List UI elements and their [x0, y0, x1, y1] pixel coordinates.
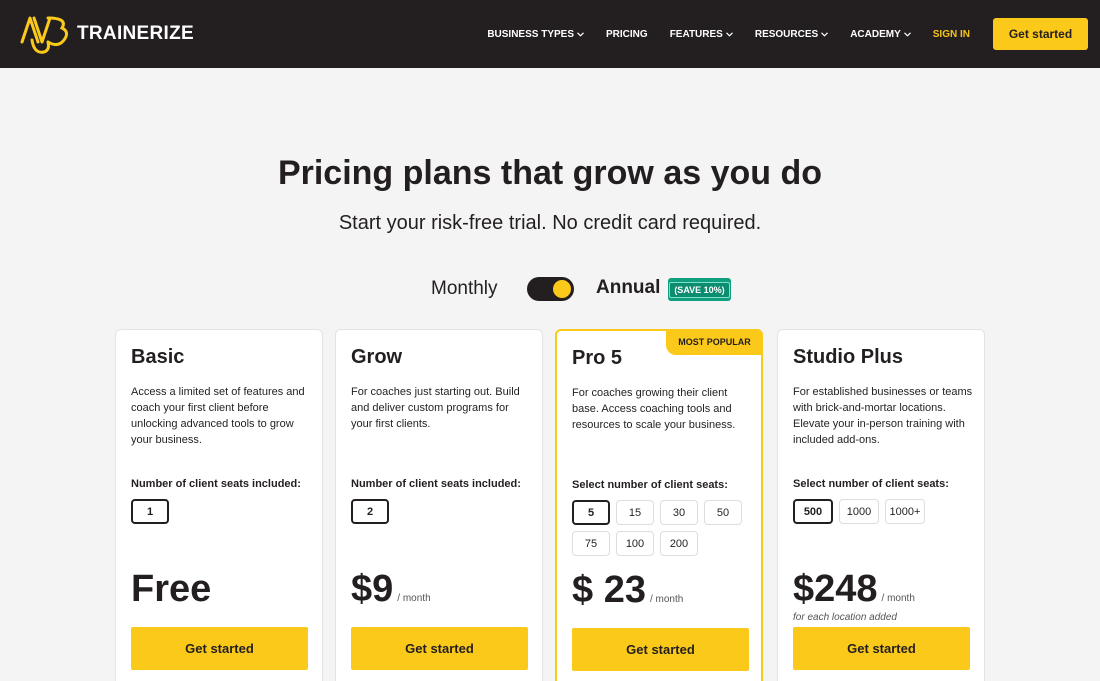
most-popular-badge: MOST POPULAR — [666, 329, 763, 355]
nav-resources[interactable]: RESOURCES — [754, 28, 829, 40]
nav-academy[interactable]: ACADEMY — [850, 29, 911, 40]
seat-option[interactable]: 75 — [572, 531, 610, 556]
get-started-button[interactable]: Get started — [793, 627, 970, 670]
seat-option[interactable]: 30 — [660, 500, 698, 525]
chevron-down-icon — [903, 31, 911, 37]
nav-item-label: FEATURES — [669, 28, 723, 40]
chevron-down-icon — [577, 31, 584, 37]
trainerize-logo-icon — [20, 16, 69, 54]
plan-card-studio-plus: Studio Plus For established businesses o… — [777, 329, 985, 681]
nav-links: BUSINESS TYPES PRICING FEATURES RESOURCE… — [487, 0, 1100, 68]
plan-description: For coaches growing their client base. A… — [572, 387, 736, 431]
seat-option[interactable]: 1000 — [839, 499, 879, 524]
plan-name: Grow — [351, 346, 403, 368]
save-badge-text: (SAVE 10%) — [669, 281, 730, 298]
nav-get-started-button[interactable]: Get started — [993, 18, 1088, 50]
seat-option[interactable]: 1 — [131, 499, 169, 524]
brand-name: TRAINERIZE — [77, 23, 194, 44]
top-nav: TRAINERIZE BUSINESS TYPES PRICING FEATUR… — [0, 0, 1100, 68]
nav-business-types[interactable]: BUSINESS TYPES — [487, 29, 584, 40]
nav-pricing[interactable]: PRICING — [606, 29, 648, 40]
plan-price: $9 / month — [351, 568, 431, 611]
plan-name: Basic — [131, 346, 185, 368]
seat-options: 5 15 30 50 75 100 200 — [572, 500, 752, 556]
nav-item-label: ACADEMY — [850, 28, 901, 40]
seat-options: 2 — [351, 499, 531, 524]
plan-card-basic: Basic Access a limited set of features a… — [115, 329, 323, 681]
trainerize-logo[interactable]: TRAINERIZE — [18, 12, 194, 56]
nav-item-label: PRICING — [606, 28, 648, 40]
seat-option[interactable]: 5 — [572, 500, 610, 525]
billing-toggle-switch[interactable] — [527, 277, 574, 301]
plan-price: Free — [131, 568, 211, 611]
seat-options: 500 1000 1000+ — [793, 499, 973, 524]
price-amount: $ 23 — [572, 569, 646, 611]
plan-price: $248 / month — [793, 568, 915, 611]
nav-item-label: RESOURCES — [754, 28, 819, 40]
price-period: / month — [397, 593, 431, 604]
seat-option[interactable]: 500 — [793, 499, 833, 524]
seat-option[interactable]: 50 — [704, 500, 742, 525]
get-started-button[interactable]: Get started — [131, 627, 308, 670]
seat-label: Select number of client seats: — [572, 479, 728, 491]
seat-label: Select number of client seats: — [793, 478, 949, 490]
seat-option[interactable]: 2 — [351, 499, 389, 524]
price-period: / month — [881, 593, 915, 604]
nav-features[interactable]: FEATURES — [670, 29, 733, 40]
seat-label: Number of client seats included: — [131, 478, 301, 490]
annual-label[interactable]: Annual — [596, 277, 660, 299]
seat-label: Number of client seats included: — [351, 478, 521, 490]
seat-option[interactable]: 15 — [616, 500, 654, 525]
save-badge: (SAVE 10%) — [668, 278, 731, 301]
get-started-button[interactable]: Get started — [572, 628, 749, 671]
plan-card-pro-5: MOST POPULAR Pro 5 For coaches growing t… — [555, 329, 763, 681]
monthly-label[interactable]: Monthly — [431, 278, 498, 300]
plan-name: Studio Plus — [793, 346, 903, 368]
plan-description: Access a limited set of features and coa… — [131, 386, 305, 446]
price-note: for each location added — [793, 612, 897, 623]
page-title: Pricing plans that grow as you do — [277, 154, 823, 192]
plan-price: $ 23 / month — [572, 569, 683, 612]
price-period: / month — [649, 594, 684, 605]
page-subtitle: Start your risk-free trial. No credit ca… — [338, 212, 762, 234]
price-amount: $9 — [351, 568, 394, 610]
seat-option[interactable]: 1000+ — [885, 499, 925, 524]
plan-name: Pro 5 — [572, 347, 623, 369]
billing-toggle-row: Monthly Annual (SAVE 10%) — [0, 276, 1100, 304]
toggle-knob — [553, 280, 571, 298]
chevron-down-icon — [821, 31, 829, 37]
seat-option[interactable]: 200 — [660, 531, 698, 556]
plan-description: For coaches just starting out. Build and… — [351, 386, 520, 430]
price-amount: $248 — [793, 568, 878, 610]
sign-in-link[interactable]: SIGN IN — [933, 29, 970, 40]
chevron-down-icon — [725, 31, 733, 37]
seat-options: 1 — [131, 499, 311, 524]
get-started-button[interactable]: Get started — [351, 627, 528, 670]
plan-card-grow: Grow For coaches just starting out. Buil… — [335, 329, 543, 681]
nav-item-label: BUSINESS TYPES — [487, 28, 575, 40]
price-amount: Free — [131, 568, 212, 610]
seat-option[interactable]: 100 — [616, 531, 654, 556]
plan-description: For established businesses or teams with… — [793, 386, 973, 446]
